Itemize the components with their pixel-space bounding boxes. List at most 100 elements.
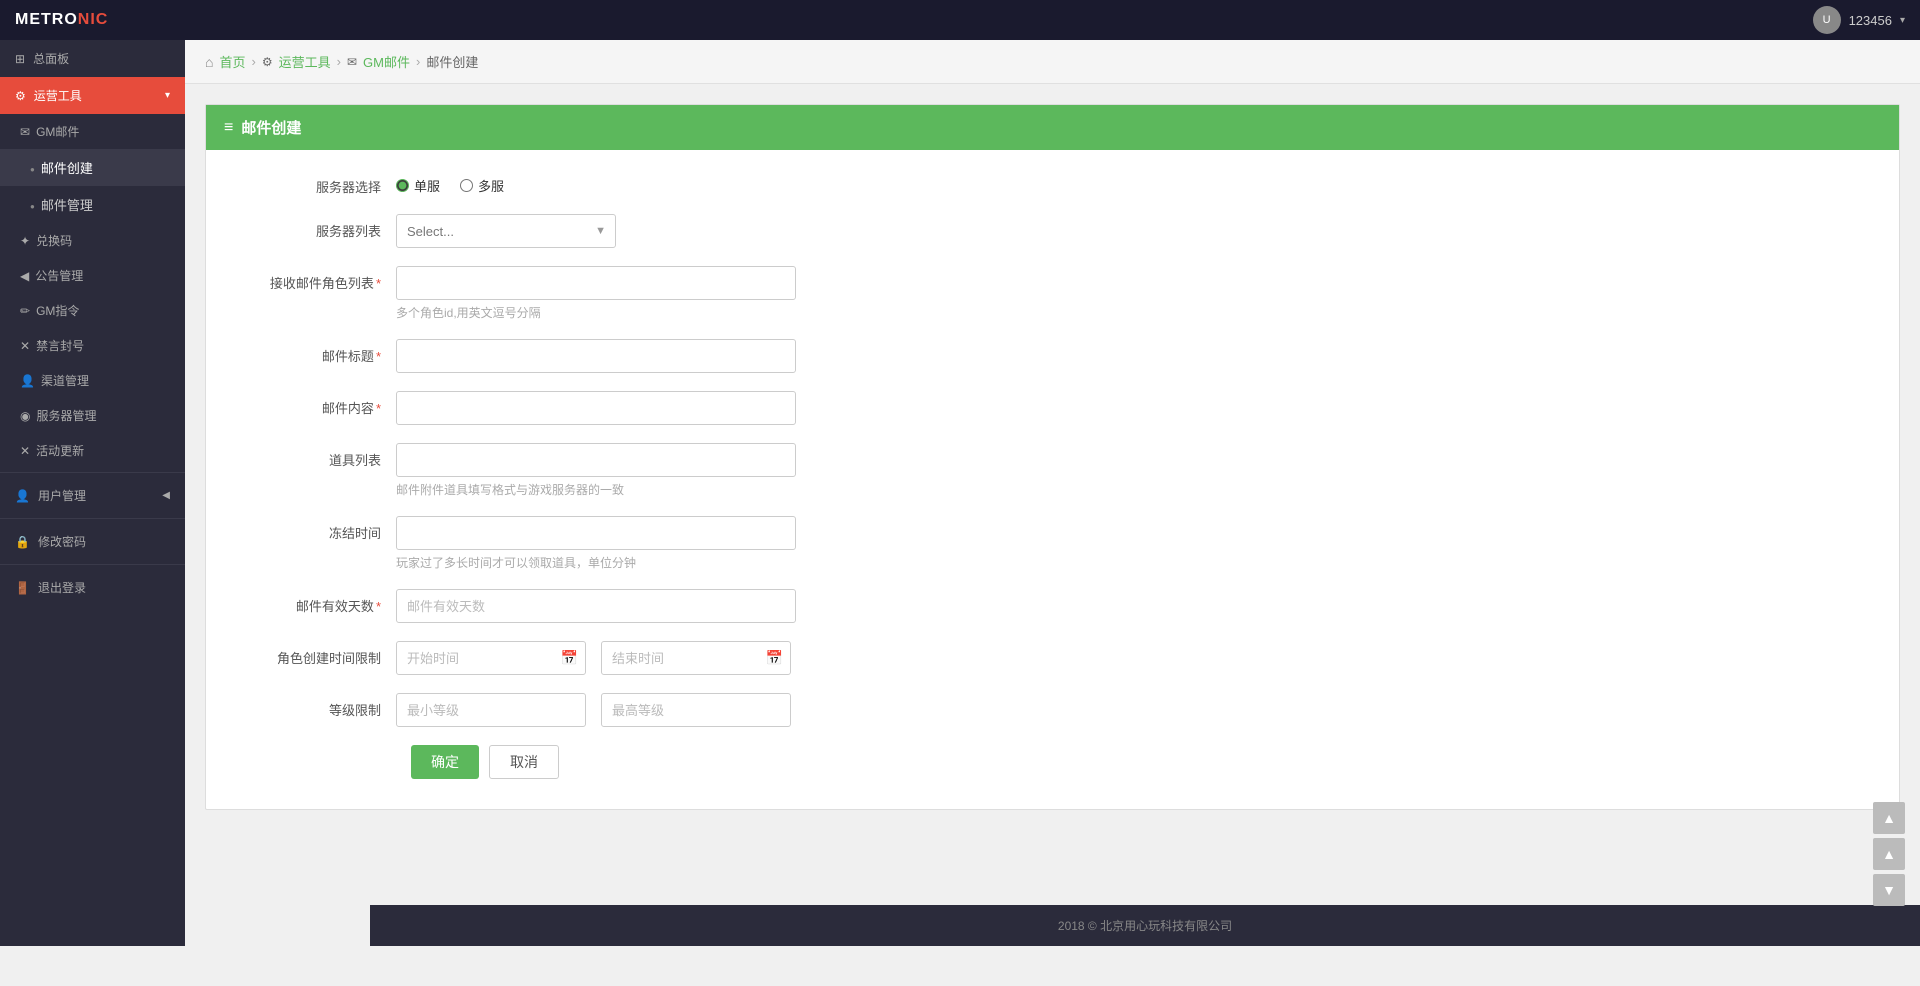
items-field: 邮件附件道具填写格式与游戏服务器的一致 <box>396 443 1046 498</box>
breadcrumb: 首页 › ⚙ 运营工具 › ✉ GM邮件 › 邮件创建 <box>185 40 1920 84</box>
sidebar-group-gm-mail[interactable]: ✉ GM邮件 <box>0 114 185 149</box>
level-limit-field <box>396 693 1046 727</box>
cancel-button[interactable]: 取消 <box>489 745 559 779</box>
confirm-button[interactable]: 确定 <box>411 745 479 779</box>
gm-cmd-icon: ✏ <box>20 304 30 318</box>
home-icon <box>205 54 213 70</box>
notice-icon: ◀ <box>20 269 29 283</box>
form-row-mail-title: 邮件标题 <box>236 339 1869 373</box>
char-time-label: 角色创建时间限制 <box>236 641 396 667</box>
divider-2 <box>0 518 185 519</box>
breadcrumb-home[interactable]: 首页 <box>219 52 245 71</box>
top-header: METRONIC U 123456 ▾ <box>0 0 1920 40</box>
scroll-up-button[interactable]: ▲ <box>1873 838 1905 870</box>
breadcrumb-mail-icon: ✉ <box>347 55 357 69</box>
mail-title-label: 邮件标题 <box>236 339 396 365</box>
max-level-input[interactable] <box>601 693 791 727</box>
breadcrumb-current: 邮件创建 <box>426 52 478 71</box>
form-panel: 邮件创建 服务器选择 单服 <box>205 104 1900 810</box>
server-list-select[interactable]: Select... <box>396 214 616 248</box>
form-row-level-limit: 等级限制 <box>236 693 1869 727</box>
server-list-field: Select... ▼ <box>396 214 1046 248</box>
server-select-label: 服务器选择 <box>236 170 396 196</box>
breadcrumb-sep-2: › <box>337 54 341 69</box>
logo: METRONIC <box>15 11 108 29</box>
recipients-label: 接收邮件角色列表 <box>236 266 396 292</box>
expire-days-field <box>396 589 1046 623</box>
form-row-items: 道具列表 邮件附件道具填写格式与游戏服务器的一致 <box>236 443 1869 498</box>
freeze-time-input[interactable] <box>396 516 796 550</box>
sidebar-item-logout[interactable]: 🚪 退出登录 <box>0 569 185 606</box>
level-limit-label: 等级限制 <box>236 693 396 719</box>
sidebar-item-mail-manage[interactable]: 邮件管理 <box>0 186 185 223</box>
mail-content-field <box>396 391 1046 425</box>
sidebar-group-activity[interactable]: ✕ 活动更新 <box>0 433 185 468</box>
radio-single[interactable]: 单服 <box>396 176 440 195</box>
dot-icon <box>30 160 35 175</box>
sidebar-group-server[interactable]: ◉ 服务器管理 <box>0 398 185 433</box>
sidebar-group-channel[interactable]: 👤 渠道管理 <box>0 363 185 398</box>
pwd-icon: 🔒 <box>15 535 30 549</box>
footer: 2018 © 北京用心玩科技有限公司 <box>370 905 1920 946</box>
mail-title-input[interactable] <box>396 339 796 373</box>
sidebar-group-ban[interactable]: ✕ 禁言封号 <box>0 328 185 363</box>
sidebar-item-mail-create[interactable]: 邮件创建 <box>0 149 185 186</box>
sidebar-item-ops-tools[interactable]: ⚙ 运营工具 ▾ <box>0 77 185 114</box>
radio-multi[interactable]: 多服 <box>460 176 504 195</box>
end-time-input[interactable] <box>601 641 791 675</box>
scroll-top-button[interactable]: ▲ <box>1873 802 1905 834</box>
mail-content-label: 邮件内容 <box>236 391 396 417</box>
dot-icon <box>30 197 35 212</box>
mail-content-input[interactable] <box>396 391 796 425</box>
server-icon: ◉ <box>20 409 30 423</box>
redeem-icon: ✦ <box>20 234 30 248</box>
start-time-input[interactable] <box>396 641 586 675</box>
sidebar-item-change-pwd[interactable]: 🔒 修改密码 <box>0 523 185 560</box>
content-area: 邮件创建 服务器选择 单服 <box>185 84 1920 905</box>
char-time-date-group: 📅 📅 <box>396 641 1046 675</box>
btn-row: 确定 取消 <box>236 745 1869 779</box>
scroll-down-button[interactable]: ▼ <box>1873 874 1905 906</box>
form-row-mail-content: 邮件内容 <box>236 391 1869 425</box>
ops-tools-icon: ⚙ <box>15 89 26 103</box>
user-dropdown-icon[interactable]: ▾ <box>1900 15 1905 26</box>
freeze-time-hint: 玩家过了多长时间才可以领取道具，单位分钟 <box>396 554 1046 571</box>
items-input[interactable] <box>396 443 796 477</box>
form-row-expire-days: 邮件有效天数 <box>236 589 1869 623</box>
sidebar-item-dashboard[interactable]: ⊞ 总面板 <box>0 40 185 77</box>
panel-body: 服务器选择 单服 多服 <box>206 150 1899 809</box>
ban-icon: ✕ <box>20 339 30 353</box>
scroll-buttons: ▲ ▲ ▼ <box>1873 802 1905 906</box>
level-group <box>396 693 1046 727</box>
user-info[interactable]: U 123456 ▾ <box>1813 6 1905 34</box>
freeze-time-field: 玩家过了多长时间才可以领取道具，单位分钟 <box>396 516 1046 571</box>
form-row-recipients: 接收邮件角色列表 多个角色id,用英文逗号分隔 <box>236 266 1869 321</box>
recipients-input[interactable] <box>396 266 796 300</box>
radio-single-input[interactable] <box>396 179 409 192</box>
expire-days-input[interactable] <box>396 589 796 623</box>
mail-icon: ✉ <box>20 125 30 139</box>
panel-title: 邮件创建 <box>241 117 301 138</box>
divider-3 <box>0 564 185 565</box>
sidebar-group-gm-cmd[interactable]: ✏ GM指令 <box>0 293 185 328</box>
breadcrumb-sep-1: › <box>251 54 255 69</box>
server-type-radio-group: 单服 多服 <box>396 170 1046 195</box>
mail-title-field <box>396 339 1046 373</box>
form-row-char-time: 角色创建时间限制 📅 📅 <box>236 641 1869 675</box>
sidebar-group-redeem[interactable]: ✦ 兑换码 <box>0 223 185 258</box>
logo-metro: METRO <box>15 11 78 28</box>
form-row-server-list: 服务器列表 Select... ▼ <box>236 214 1869 248</box>
end-date-wrap: 📅 <box>601 641 791 675</box>
sidebar-item-user-mgmt[interactable]: 👤 用户管理 ◀ <box>0 477 185 514</box>
user-mgmt-icon: 👤 <box>15 489 30 503</box>
sidebar-group-notice[interactable]: ◀ 公告管理 <box>0 258 185 293</box>
breadcrumb-gm-mail[interactable]: GM邮件 <box>363 52 410 71</box>
min-level-input[interactable] <box>396 693 586 727</box>
username-label: 123456 <box>1849 13 1892 28</box>
radio-multi-input[interactable] <box>460 179 473 192</box>
breadcrumb-ops[interactable]: 运营工具 <box>279 52 331 71</box>
logout-icon: 🚪 <box>15 581 30 595</box>
divider-1 <box>0 472 185 473</box>
logo-nic: NIC <box>78 11 109 28</box>
breadcrumb-sep-3: › <box>416 54 420 69</box>
